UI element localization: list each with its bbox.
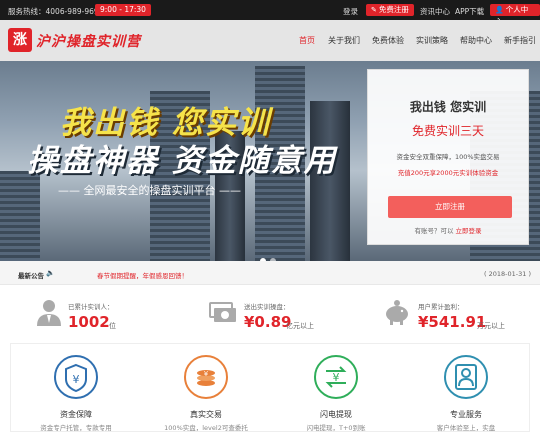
building-graphic xyxy=(310,101,350,261)
card-free-trial: 免费实训三天 xyxy=(411,124,484,138)
stats-row: 已累计实训人： 1002 位 送出实训操盘： ¥0.89 亿元以上 用户累计盈利… xyxy=(0,285,540,343)
card-login-prefix: 有账号？可以 xyxy=(414,227,454,235)
coin-chart-icon: ¥ xyxy=(184,355,228,399)
nav-item-strategy[interactable]: 实训策略 xyxy=(416,20,448,61)
nav-item-home[interactable]: 首页 xyxy=(299,20,315,61)
info-center-link[interactable]: 资讯中心 xyxy=(420,6,450,17)
shield-yuan-icon: ¥ xyxy=(54,355,98,399)
carousel-dots xyxy=(260,249,280,261)
stat-label: 送出实训操盘： xyxy=(244,303,290,311)
svg-text:¥: ¥ xyxy=(73,373,80,386)
feature-card[interactable]: ¥ 真实交易 100%实盘，level2可查委托 xyxy=(141,344,271,432)
top-bar: 服务热线：4006-989-969 9:00 - 17:30 登录 ✎ 免费注册 … xyxy=(0,0,540,26)
feature-subtitle: 资金专户托管，专款专用 xyxy=(40,424,112,432)
feature-title: 资金保障 xyxy=(60,410,92,419)
register-button[interactable]: ✎ 免费注册 xyxy=(366,4,414,16)
user-icon: 👤 xyxy=(495,6,504,14)
app-download-link[interactable]: APP下载 xyxy=(455,6,484,17)
logo-mark: 涨 xyxy=(8,28,32,52)
speaker-icon: 🔈 xyxy=(46,269,55,277)
card-bonus-text: 充值200元享2000元实训体验资金 xyxy=(397,169,499,177)
service-hours-badge: 9:00 - 17:30 xyxy=(95,4,151,16)
stat-label: 用户累计盈利： xyxy=(418,303,464,311)
nav-item-about[interactable]: 关于我们 xyxy=(328,20,360,61)
card-safety-text: 资金安全双重保障，100%实盘交易 xyxy=(396,153,500,161)
feature-title: 闪电提现 xyxy=(320,410,352,419)
main-nav: 涨 沪沪操盘实训营 首页 关于我们 免费体验 实训策略 帮助中心 新手指引 xyxy=(0,20,540,61)
stat-label: 已累计实训人： xyxy=(68,303,114,311)
money-icon xyxy=(209,302,236,322)
banner-tagline: —— 全网最安全的操盘实训平台 —— xyxy=(58,184,241,197)
features-section: ¥ 资金保障 资金专户托管，专款专用 ¥ 真实交易 100%实盘，level2可… xyxy=(10,343,530,432)
register-label: 免费注册 xyxy=(378,5,409,14)
logo[interactable]: 涨 沪沪操盘实训营 xyxy=(8,25,158,55)
card-login-line: 有账号？可以 立即登录 xyxy=(368,225,528,235)
user-icon xyxy=(37,300,61,326)
svg-text:¥: ¥ xyxy=(333,371,340,384)
feature-subtitle: 100%实盘，level2可查委托 xyxy=(164,424,248,432)
feature-title: 真实交易 xyxy=(190,410,222,419)
stat-unit: 位 xyxy=(109,322,116,330)
nav-item-free-trial[interactable]: 免费体验 xyxy=(372,20,404,61)
feature-subtitle: 客户体验至上，实盘 xyxy=(436,424,496,432)
yuan-arrows-icon: ¥ xyxy=(314,355,358,399)
register-now-button[interactable]: 立即注册 xyxy=(388,196,512,218)
personal-center-button[interactable]: 👤个人中心 xyxy=(490,4,540,26)
stat-unit: 亿元以上 xyxy=(286,322,314,330)
announcement-text[interactable]: 春节假期提醒，年假感恩回馈！ xyxy=(97,270,188,280)
feature-card[interactable]: ¥ 资金保障 资金专户托管，专款专用 xyxy=(11,344,141,432)
svg-text:¥: ¥ xyxy=(204,370,209,378)
feature-card[interactable]: ¥ 闪电提现 闪电提现，T+0到账 xyxy=(271,344,401,432)
login-now-link[interactable]: 立即登录 xyxy=(456,227,482,235)
stat-value: ¥0.89 xyxy=(244,313,292,331)
hotline-text: 服务热线：4006-989-969 xyxy=(8,7,99,16)
nav-item-help[interactable]: 帮助中心 xyxy=(460,20,492,61)
card-title: 我出钱 您实训 xyxy=(409,100,487,114)
piggy-bank-icon xyxy=(386,300,408,325)
stat-value: 1002 xyxy=(68,313,110,331)
nav-item-guide[interactable]: 新手指引 xyxy=(504,20,536,61)
login-link[interactable]: 登录 xyxy=(343,6,358,17)
register-icon: ✎ xyxy=(371,6,377,14)
banner-slogan-secondary: 操盘神器 资金随意用 xyxy=(27,143,337,179)
stat-unit: 万元以上 xyxy=(477,322,505,330)
building-graphic xyxy=(0,171,40,261)
person-card-icon xyxy=(444,355,488,399)
announcement-date: ( 2018-01-31 ) xyxy=(484,270,531,278)
feature-subtitle: 闪电提现，T+0到账 xyxy=(306,424,366,432)
feature-title: 专业服务 xyxy=(450,410,482,419)
announcement-label: 最新公告 xyxy=(18,272,44,280)
logo-text: 沪沪操盘实训营 xyxy=(36,34,141,50)
feature-card[interactable]: 专业服务 客户体验至上，实盘 xyxy=(401,344,531,432)
announcement-bar: 最新公告 🔈 春节假期提醒，年假感恩回馈！ ( 2018-01-31 ) xyxy=(0,261,540,285)
register-card: 我出钱 您实训 免费实训三天 资金安全双重保障，100%实盘交易 充值200元享… xyxy=(367,69,529,245)
